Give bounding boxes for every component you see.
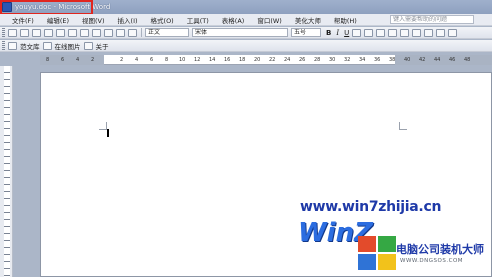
ruler-tick: 32 <box>344 57 351 63</box>
ruler-tick: 34 <box>359 57 366 63</box>
menu-tools[interactable]: 工具(T) <box>187 15 209 25</box>
paste-icon[interactable] <box>104 28 113 37</box>
ruler-tick: 12 <box>194 57 201 63</box>
ruler-tick: 6 <box>150 57 154 63</box>
ruler-tick: 30 <box>329 57 336 63</box>
template-library-icon[interactable] <box>8 41 17 50</box>
ruler-tick: 26 <box>299 57 306 63</box>
format-painter-icon[interactable] <box>116 28 125 37</box>
toolbar-separator <box>141 28 142 37</box>
align-right-icon[interactable] <box>376 28 386 37</box>
windows-logo-icon <box>358 236 398 272</box>
save-icon[interactable] <box>32 28 41 37</box>
menu-format[interactable]: 格式(O) <box>151 15 174 25</box>
extension-toolbar: 范文库 在线图片 关于 <box>0 40 492 52</box>
ruler-tick: 2 <box>120 57 124 63</box>
about-icon[interactable] <box>83 41 93 50</box>
ruler-tick: 8 <box>165 57 169 63</box>
menu-edit[interactable]: 编辑(E) <box>47 15 69 25</box>
text-cursor <box>107 129 109 137</box>
ruler-tick: 8 <box>46 57 50 63</box>
ruler-tick: 24 <box>284 57 291 63</box>
align-left-icon[interactable] <box>352 28 362 37</box>
cut-icon[interactable] <box>80 28 89 37</box>
preview-icon[interactable] <box>56 28 65 37</box>
vertical-ruler[interactable] <box>0 66 13 277</box>
ruler-tick: 2 <box>91 57 95 63</box>
ruler-left-margin <box>40 55 104 65</box>
ruler-tick: 38 <box>389 57 396 63</box>
new-document-icon[interactable] <box>8 28 17 37</box>
menu-window[interactable]: 窗口(W) <box>257 15 282 25</box>
justify-icon[interactable] <box>388 28 398 37</box>
title-highlight-box <box>0 0 93 15</box>
highlight-icon[interactable] <box>436 28 446 37</box>
line-spacing-icon[interactable] <box>400 28 410 37</box>
ruler-tick: 42 <box>419 57 426 63</box>
copy-icon[interactable] <box>92 28 101 37</box>
open-folder-icon[interactable] <box>20 28 29 37</box>
ruler-tick: 18 <box>239 57 246 63</box>
watermark-site: WWW.DNGSOS.COM <box>400 258 464 264</box>
logo-blue-pane <box>358 254 376 270</box>
italic-button[interactable]: I <box>336 29 339 37</box>
font-color-icon[interactable] <box>448 28 458 37</box>
watermark-brand: 电脑公司装机大师 <box>396 243 484 256</box>
ruler-tick: 10 <box>179 57 186 63</box>
ruler-tick: 6 <box>61 57 65 63</box>
spelling-icon[interactable] <box>68 28 77 37</box>
print-icon[interactable] <box>44 28 53 37</box>
horizontal-ruler[interactable]: 8 6 4 2 2 4 6 8 10 12 14 16 18 20 22 24 … <box>40 55 492 65</box>
undo-icon[interactable] <box>128 28 137 37</box>
about-button[interactable]: 关于 <box>96 41 109 51</box>
menu-view[interactable]: 视图(V) <box>82 15 105 25</box>
toolbar-grip[interactable] <box>2 28 5 37</box>
logo-red-pane <box>358 236 376 252</box>
numbering-icon[interactable] <box>412 28 422 37</box>
menu-help[interactable]: 帮助(H) <box>334 15 357 25</box>
menu-file[interactable]: 文件(F) <box>12 15 34 25</box>
bold-button[interactable]: B <box>326 29 331 37</box>
template-library-button[interactable]: 范文库 <box>20 41 40 51</box>
align-center-icon[interactable] <box>364 28 374 37</box>
ruler-tick: 40 <box>404 57 411 63</box>
ruler-tick: 4 <box>135 57 139 63</box>
ruler-tick: 36 <box>374 57 381 63</box>
logo-yellow-pane <box>378 254 396 270</box>
ruler-tick: 4 <box>76 57 80 63</box>
standard-toolbar: 正文 宋体 五号 B I U <box>0 27 492 39</box>
word-window: youyu.doc - Microsoft Word 文件(F) 编辑(E) 视… <box>0 0 492 277</box>
menu-beautify[interactable]: 美化大师 <box>295 15 321 25</box>
menu-insert[interactable]: 插入(I) <box>118 15 138 25</box>
menu-table[interactable]: 表格(A) <box>222 15 245 25</box>
margin-corner-top-left <box>99 122 107 130</box>
ruler-tick: 14 <box>209 57 216 63</box>
ruler-tick: 46 <box>449 57 456 63</box>
underline-button[interactable]: U <box>344 29 349 37</box>
logo-green-pane <box>378 236 396 252</box>
ruler-tick: 28 <box>314 57 321 63</box>
ruler-tick: 22 <box>269 57 276 63</box>
font-size-select[interactable]: 五号 <box>291 28 321 37</box>
online-image-button[interactable]: 在线图片 <box>55 41 81 51</box>
ruler-tick: 44 <box>434 57 441 63</box>
vertical-ruler-scale <box>4 66 10 277</box>
margin-corner-top-right <box>399 122 407 130</box>
menu-bar: 文件(F) 编辑(E) 视图(V) 插入(I) 格式(O) 工具(T) 表格(A… <box>0 14 492 26</box>
watermark-url: www.win7zhijia.cn <box>300 199 442 215</box>
online-image-icon[interactable] <box>42 41 52 50</box>
toolbar-grip-2[interactable] <box>2 41 5 50</box>
bullets-icon[interactable] <box>424 28 434 37</box>
help-search-input[interactable]: 键入需要帮助的问题 <box>390 15 474 24</box>
ruler-tick: 48 <box>464 57 471 63</box>
style-select[interactable]: 正文 <box>145 28 189 37</box>
font-select[interactable]: 宋体 <box>192 28 288 37</box>
ruler-tick: 20 <box>254 57 261 63</box>
ruler-tick: 16 <box>224 57 231 63</box>
